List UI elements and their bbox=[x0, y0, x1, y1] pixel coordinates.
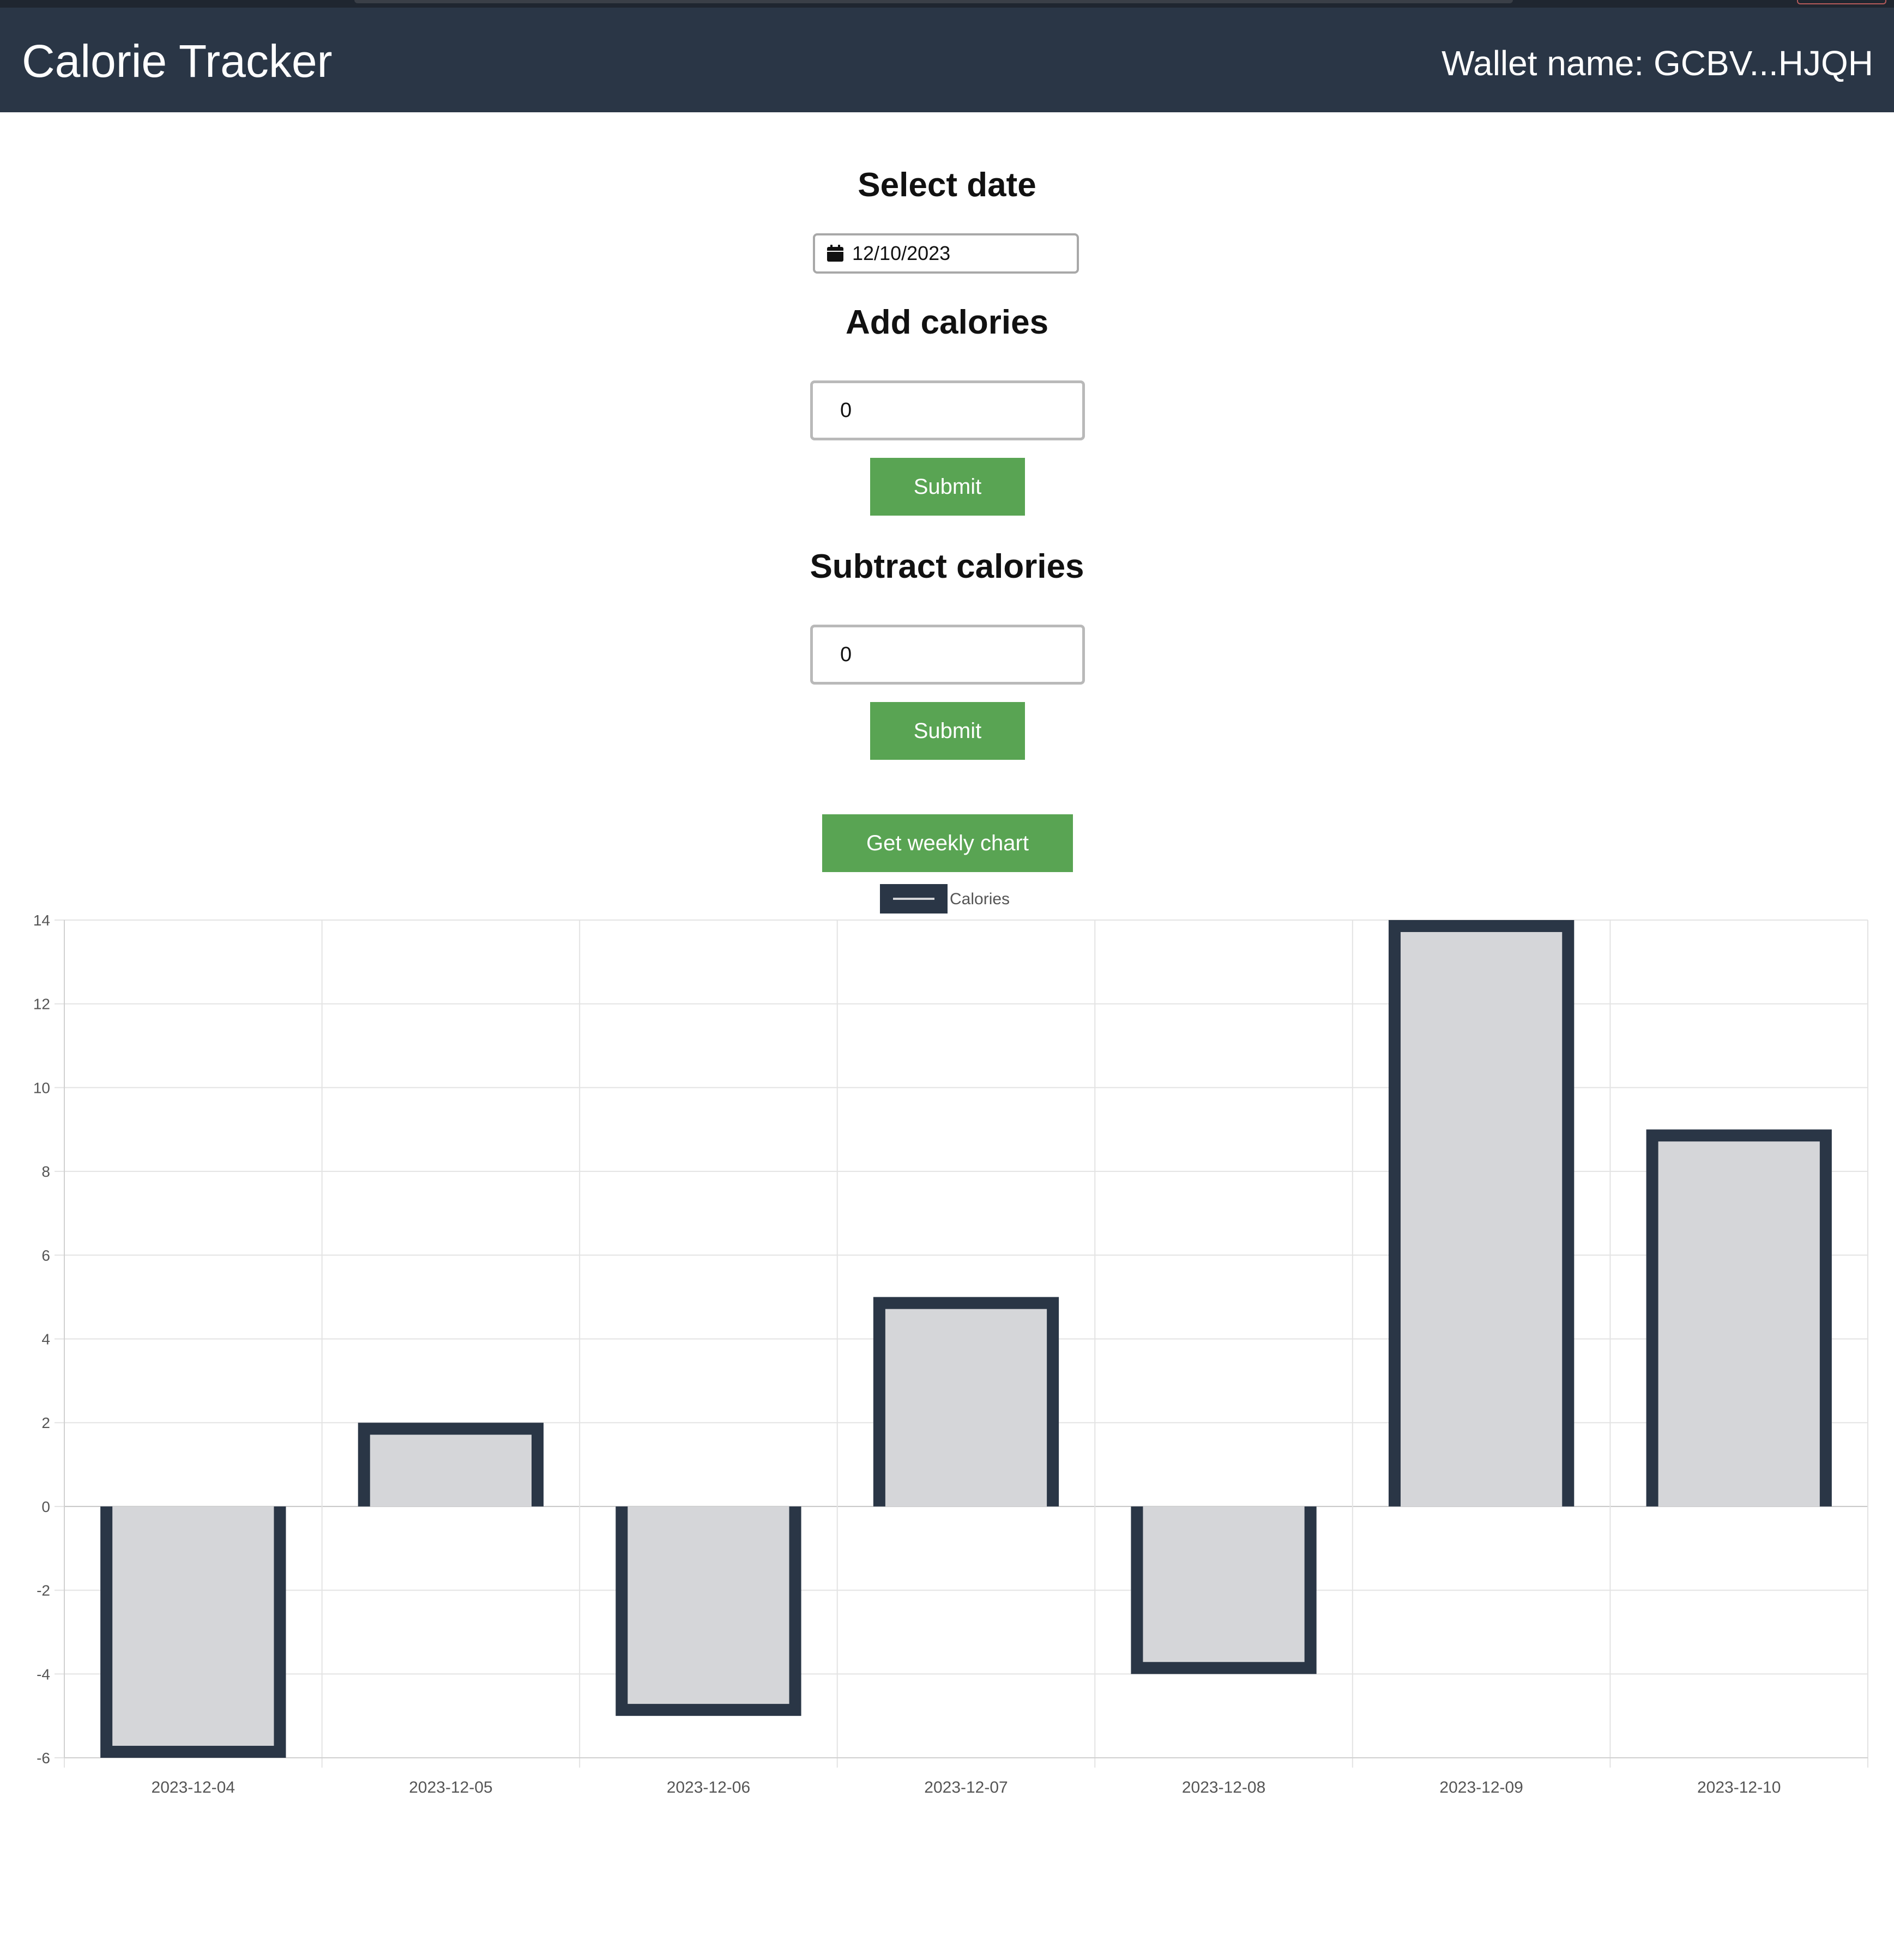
app-title: Calorie Tracker bbox=[22, 35, 333, 87]
bar-fill bbox=[873, 1297, 1059, 1507]
select-date-heading: Select date bbox=[858, 166, 1036, 204]
x-tick-label: 2023-12-08 bbox=[1182, 1778, 1265, 1796]
x-tick-label: 2023-12-07 bbox=[924, 1778, 1008, 1796]
bar-fill bbox=[616, 1506, 801, 1716]
bar-fill bbox=[100, 1506, 286, 1758]
date-value: 12/10/2023 bbox=[852, 242, 951, 264]
app-page: Calorie Tracker Wallet name: GCBV...HJQH… bbox=[0, 0, 1894, 1960]
y-tick-label: 2 bbox=[41, 1414, 50, 1431]
y-tick-label: 6 bbox=[41, 1247, 50, 1264]
subtract-calories-heading: Subtract calories bbox=[810, 548, 1084, 585]
y-tick-label: -4 bbox=[37, 1666, 50, 1683]
add-calories-input[interactable] bbox=[810, 380, 1085, 440]
subtract-calories-submit-button[interactable]: Submit bbox=[870, 702, 1025, 760]
browser-corner-button[interactable] bbox=[1797, 0, 1886, 4]
legend-label: Calories bbox=[950, 890, 1010, 908]
weekly-calories-chart: 14 12 10 8 6 4 2 0 -2 -4 -6 2023-12-04 2023-12-05 202… bbox=[0, 872, 1894, 1810]
date-picker-input[interactable]: 12/10/2023 bbox=[813, 233, 1079, 274]
subtract-calories-input[interactable] bbox=[810, 625, 1085, 685]
add-calories-submit-button[interactable]: Submit bbox=[870, 458, 1025, 516]
y-tick-label: 12 bbox=[33, 996, 50, 1013]
x-tick-label: 2023-12-05 bbox=[409, 1778, 492, 1796]
bar-fill bbox=[1389, 920, 1575, 1507]
y-tick-label: 10 bbox=[33, 1079, 50, 1096]
y-tick-label: 8 bbox=[41, 1163, 50, 1180]
x-tick-label: 2023-12-09 bbox=[1439, 1778, 1523, 1796]
y-tick-label: -6 bbox=[37, 1750, 50, 1767]
bar-fill bbox=[358, 1423, 544, 1507]
browser-top-strip bbox=[0, 0, 1894, 8]
app-header: Calorie Tracker Wallet name: GCBV...HJQH bbox=[0, 8, 1894, 112]
chart-svg: 14 12 10 8 6 4 2 0 -2 -4 -6 2023-12-04 2023-12-05 202… bbox=[33, 884, 1868, 1796]
get-weekly-chart-button[interactable]: Get weekly chart bbox=[822, 814, 1073, 872]
x-tick-label: 2023-12-10 bbox=[1697, 1778, 1781, 1796]
browser-address-bar bbox=[354, 0, 1513, 3]
calendar-icon bbox=[826, 244, 845, 263]
y-tick-label: -2 bbox=[37, 1582, 50, 1599]
x-tick-label: 2023-12-04 bbox=[152, 1778, 235, 1796]
add-calories-heading: Add calories bbox=[845, 304, 1049, 341]
wallet-name: Wallet name: GCBV...HJQH bbox=[1441, 44, 1873, 83]
y-tick-label: 14 bbox=[33, 912, 50, 929]
y-tick-label: 4 bbox=[41, 1331, 50, 1348]
x-tick-label: 2023-12-06 bbox=[667, 1778, 750, 1796]
bar-fill bbox=[1131, 1506, 1317, 1674]
y-tick-label: 0 bbox=[41, 1498, 50, 1515]
bar-fill bbox=[1646, 1129, 1832, 1507]
